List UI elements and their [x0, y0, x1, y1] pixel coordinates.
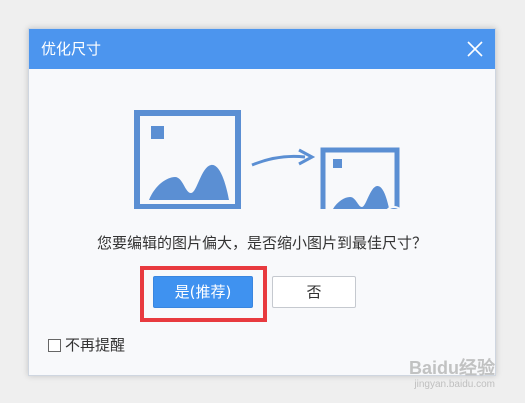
- arrow-right-icon: [251, 148, 316, 167]
- prompt-message: 您要编辑的图片偏大，是否缩小图片到最佳尺寸？: [96, 234, 427, 252]
- small-image-icon: [320, 147, 400, 209]
- close-icon[interactable]: [465, 39, 485, 59]
- large-image-icon: [134, 110, 241, 209]
- resize-illustration: [134, 110, 402, 209]
- optimize-size-dialog: 优化尺寸 您要编辑的图片偏大，是否缩小图片到最佳尺寸？ 是(推荐) 否 不再提醒: [28, 28, 496, 376]
- dialog-titlebar: 优化尺寸: [29, 29, 495, 69]
- no-button[interactable]: 否: [272, 276, 356, 308]
- yes-recommended-button[interactable]: 是(推荐): [153, 276, 253, 308]
- dont-show-again-checkbox[interactable]: [48, 338, 61, 352]
- dont-show-again-option[interactable]: 不再提醒: [48, 335, 125, 355]
- dialog-title: 优化尺寸: [41, 40, 102, 58]
- baidu-jingyan-watermark: Baidu经验 jingyan.baidu.com: [409, 357, 495, 391]
- watermark-logo-text: Baidu经验: [408, 358, 495, 378]
- watermark-url: jingyan.baidu.com: [414, 379, 495, 390]
- dont-show-again-label: 不再提醒: [65, 336, 126, 354]
